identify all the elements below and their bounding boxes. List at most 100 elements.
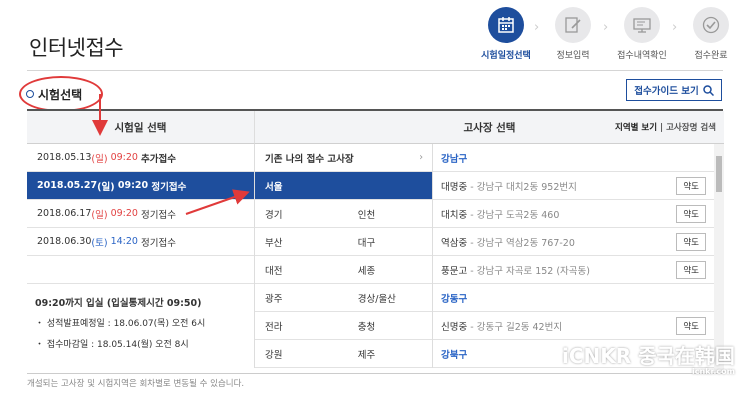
- date-list: 2018.05.13 (일) 09:20 추가접수 2018.05.27 (일) 0…: [27, 144, 254, 356]
- guide-button[interactable]: 접수가이드 보기: [626, 79, 722, 101]
- day-text: (일): [97, 181, 115, 193]
- region-item[interactable]: 대전: [255, 263, 348, 277]
- calendar-icon: [488, 7, 524, 43]
- time-text: 14:20: [110, 236, 138, 247]
- region-item[interactable]: 제주: [348, 347, 433, 361]
- site-row[interactable]: 풍문고 - 강남구 자곡로 152 (자곡동) 약도: [433, 256, 724, 284]
- step-info: 정보입력: [543, 7, 603, 61]
- watermark-brand: iCNKR 중국在韩国: [562, 344, 735, 368]
- monitor-icon: [624, 7, 660, 43]
- previous-site-label: 기존 나의 접수 고사장: [265, 153, 354, 165]
- region-item[interactable]: 대구: [348, 235, 433, 249]
- exam-notice: 09:20까지 입실 (입실통제시간 09:50) ・ 성적발표예정일 : 18…: [27, 284, 254, 356]
- annotation-circle: [19, 76, 103, 112]
- district-heading: 강동구: [433, 284, 724, 312]
- notice-line: ・ 성적발표예정일 : 18.06.07(목) 오전 6시: [35, 319, 206, 329]
- site-name: 풍문고: [441, 265, 468, 277]
- exam-selection-table: 시험일 선택 고사장 선택 지역별 보기 | 고사장명 검색 2018.05.1…: [27, 109, 724, 374]
- watermark-url: icnkr.com: [692, 367, 735, 376]
- site-list: 강남구 대명중 - 강남구 대치2동 952번지 약도 대치중 - 강남구 도곡2…: [432, 144, 724, 372]
- empty-row: [27, 256, 254, 284]
- site-row[interactable]: 대치중 - 강남구 도곡2동 460 약도: [433, 200, 724, 228]
- date-row-selected[interactable]: 2018.05.27 (일) 09:20 정기접수: [27, 172, 254, 200]
- progress-steps: 시험일정선택 › 정보입력 › 접수내역확인 › 접수완료: [476, 7, 746, 65]
- site-header-label: 고사장 선택: [463, 121, 516, 134]
- region-item[interactable]: 부산: [255, 235, 348, 249]
- site-name: 대치중: [441, 209, 468, 221]
- region-item[interactable]: 충청: [348, 319, 433, 333]
- divider: [27, 70, 723, 71]
- step-schedule: 시험일정선택: [476, 7, 536, 61]
- type-text: 정기접수: [141, 237, 176, 249]
- filter-region-link[interactable]: 지역별 보기: [615, 123, 657, 133]
- region-list: 기존 나의 접수 고사장 › 서울 경기 인천 부산 대구 대전 세종 광주 경상/울산 …: [254, 144, 433, 368]
- site-address: - 강동구 길2동 42번지: [470, 321, 563, 333]
- site-filter: 지역별 보기 | 고사장명 검색: [615, 121, 716, 133]
- guide-button-label: 접수가이드 보기: [634, 86, 699, 97]
- notice-title: 09:20까지 입실 (입실통제시간 09:50): [35, 298, 202, 309]
- region-item[interactable]: 강원: [255, 347, 348, 361]
- site-name: 역삼중: [441, 237, 468, 249]
- date-header: 시험일 선택: [27, 111, 254, 144]
- filter-name-link[interactable]: 고사장명 검색: [666, 123, 716, 133]
- region-row: 경기 인천: [255, 200, 433, 228]
- day-text: (토): [91, 237, 108, 249]
- site-address: - 강남구 역삼2동 767-20: [470, 237, 575, 249]
- chevron-right-icon: ›: [603, 20, 609, 35]
- map-button[interactable]: 약도: [676, 260, 706, 279]
- step-label: 접수내역확인: [617, 51, 667, 61]
- date-row[interactable]: 2018.06.17 (일) 09:20 정기접수: [27, 200, 254, 228]
- date-row[interactable]: 2018.05.13 (일) 09:20 추가접수: [27, 144, 254, 172]
- region-row: 대전 세종: [255, 256, 433, 284]
- region-item[interactable]: 경기: [255, 207, 348, 221]
- page-title: 인터넷접수: [29, 36, 124, 60]
- region-label: 서울: [265, 181, 283, 193]
- date-row[interactable]: 2018.06.30 (토) 14:20 정기접수: [27, 228, 254, 256]
- watermark: iCNKR 중국在韩国 icnkr.com: [562, 340, 735, 376]
- region-item[interactable]: 세종: [348, 263, 433, 277]
- district-heading: 강남구: [433, 144, 724, 172]
- type-text: 정기접수: [151, 181, 187, 193]
- chevron-right-icon: ›: [419, 152, 423, 163]
- site-row[interactable]: 신명중 - 강동구 길2동 42번지 약도: [433, 312, 724, 340]
- region-item[interactable]: 인천: [348, 207, 433, 221]
- previous-site-row[interactable]: 기존 나의 접수 고사장 ›: [255, 144, 433, 172]
- region-row: 강원 제주: [255, 340, 433, 368]
- scrollbar-thumb[interactable]: [716, 156, 722, 192]
- site-row[interactable]: 대명중 - 강남구 대치2동 952번지 약도: [433, 172, 724, 200]
- date-text: 2018.06.30: [37, 236, 92, 247]
- day-text: (일): [91, 153, 108, 165]
- region-item[interactable]: 경상/울산: [348, 291, 433, 305]
- date-text: 2018.06.17: [37, 208, 92, 219]
- search-icon: [703, 84, 714, 96]
- site-name: 대명중: [441, 181, 468, 193]
- edit-icon: [555, 7, 591, 43]
- region-seoul[interactable]: 서울: [255, 172, 433, 200]
- step-label: 시험일정선택: [481, 51, 531, 61]
- map-button[interactable]: 약도: [676, 176, 706, 195]
- step-label: 접수완료: [694, 51, 728, 61]
- filter-separator: |: [660, 123, 664, 133]
- site-name: 신명중: [441, 321, 468, 333]
- time-text: 09:20: [110, 208, 138, 219]
- site-row[interactable]: 역삼중 - 강남구 역삼2동 767-20 약도: [433, 228, 724, 256]
- region-item[interactable]: 전라: [255, 319, 348, 333]
- type-text: 추가접수: [141, 153, 176, 165]
- time-text: 09:20: [117, 180, 149, 191]
- region-row: 부산 대구: [255, 228, 433, 256]
- map-button[interactable]: 약도: [676, 204, 706, 223]
- region-item[interactable]: 광주: [255, 291, 348, 305]
- step-complete: 접수완료: [681, 7, 741, 61]
- region-row: 전라 충청: [255, 312, 433, 340]
- map-button[interactable]: 약도: [676, 232, 706, 251]
- map-button[interactable]: 약도: [676, 316, 706, 335]
- site-address: - 강남구 도곡2동 460: [470, 209, 560, 221]
- date-text: 2018.05.27: [37, 180, 98, 191]
- date-text: 2018.05.13: [37, 152, 92, 163]
- scrollbar[interactable]: [714, 144, 724, 372]
- footer-note: 개설되는 고사장 및 시험지역은 회차별로 변동될 수 있습니다.: [27, 379, 245, 389]
- time-text: 09:20: [110, 152, 138, 163]
- notice-line: ・ 접수마감일 : 18.05.14(월) 오전 8시: [35, 340, 189, 350]
- region-row: 광주 경상/울산: [255, 284, 433, 312]
- chevron-right-icon: ›: [534, 20, 540, 35]
